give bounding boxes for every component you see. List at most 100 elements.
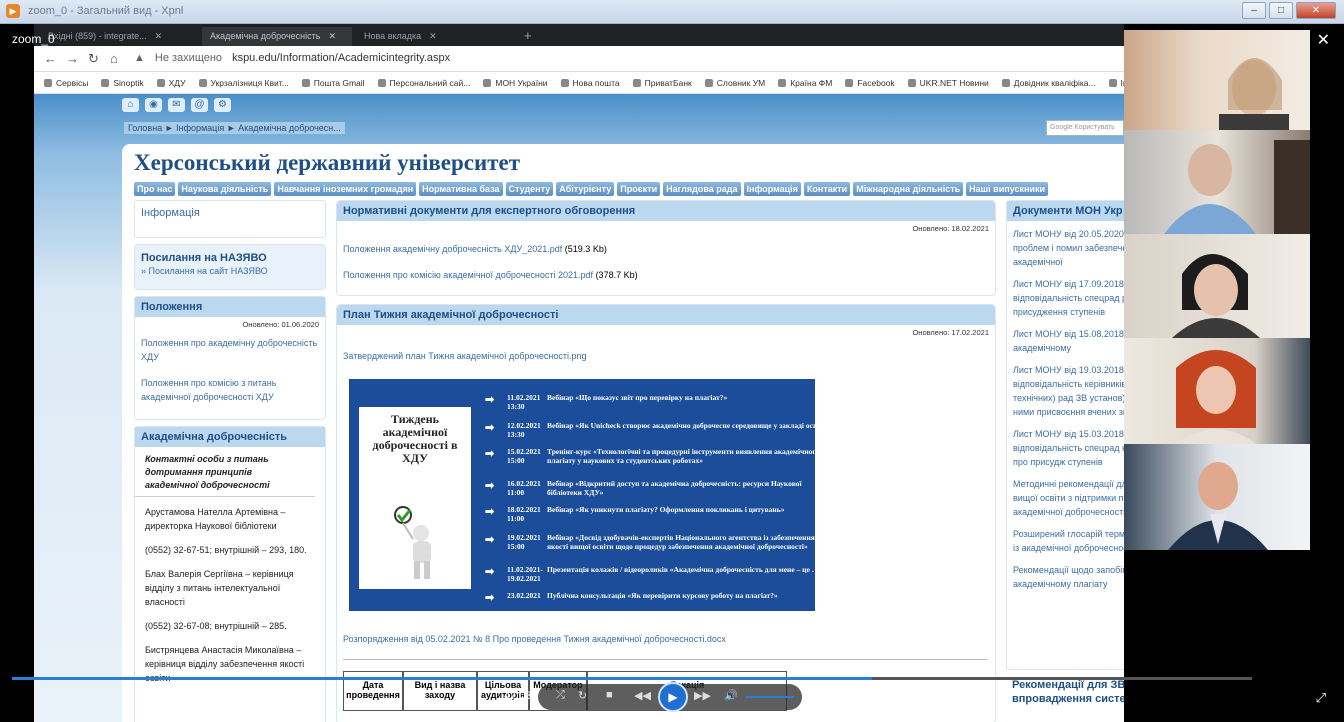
bookmark-item[interactable]: Пошта Gmail	[302, 78, 365, 88]
info-title[interactable]: Інформація	[141, 207, 319, 219]
bookmark-item[interactable]: Sinoptik	[101, 78, 143, 88]
shared-screen-browser: Вхідні (859) - integrate... ✕ Академічна …	[34, 24, 1124, 722]
nav-item[interactable]: Навчання іноземних громадян	[274, 182, 417, 196]
new-tab-icon[interactable]: +	[520, 27, 540, 46]
maximize-button[interactable]: □	[1269, 2, 1293, 19]
nav-item[interactable]: Наглядова рада	[663, 182, 741, 196]
mon-doc-link[interactable]: Лист МОНУ від 20.05.2020 уникнення пробл…	[1013, 227, 1124, 269]
regulation-link[interactable]: Положення про академічну доброчесність Х…	[141, 336, 319, 364]
close-button[interactable]: ✕	[1296, 2, 1336, 19]
nav-item[interactable]: Наші випускники	[966, 182, 1048, 196]
plan-title: План Тижня академічної доброчесності	[337, 305, 995, 325]
nav-item[interactable]: Абітурієнту	[556, 182, 615, 196]
nav-item[interactable]: Інформація	[743, 182, 801, 196]
mon-doc-link[interactable]: Методичні рекомендації для закладів вищо…	[1013, 477, 1124, 519]
minimize-button[interactable]: –	[1242, 2, 1266, 19]
regulation-link[interactable]: Положення про комісію з питань академічн…	[141, 376, 319, 404]
video-frame[interactable]: zoom_0 ✕ Вхідні (859) - integrate... ✕ Ак…	[0, 24, 1344, 722]
event-text: Публічна консультація «Як перевірити кур…	[547, 591, 778, 600]
bookmark-item[interactable]: ПриватБанк	[633, 78, 692, 88]
nav-item[interactable]: Студенту	[505, 182, 554, 196]
participant-silhouette-icon	[1168, 462, 1268, 550]
volume-slider[interactable]	[746, 696, 794, 698]
bookmark-item[interactable]: Словник УМ	[705, 78, 765, 88]
site-main: Херсонський державний університет Про на…	[122, 144, 1124, 722]
browser-tab-active[interactable]: Академічна доброчесність ✕	[202, 27, 352, 46]
bookmark-item[interactable]: Країна ФМ	[778, 78, 832, 88]
mon-doc-link[interactable]: Рекомендації щодо запобігання академічно…	[1013, 563, 1124, 591]
bookmark-item[interactable]: МОН України	[483, 78, 547, 88]
address-bar[interactable]: ▲ Не захищено kspu.edu/Information/Academi…	[134, 52, 450, 64]
home-icon[interactable]: ⌂	[122, 98, 139, 112]
naqa-title: Посилання на НАЗЯВО	[141, 252, 267, 264]
event-date: 18.02.2021 11:00	[507, 505, 541, 523]
home-icon[interactable]: ⌂	[110, 51, 118, 66]
bookmark-item[interactable]: Довідник кваліфіка...	[1002, 78, 1096, 88]
rss-icon[interactable]: ◉	[145, 98, 162, 112]
mon-doc-link[interactable]: Лист МОНУ від 17.09.2018 відповідальніст…	[1013, 277, 1124, 319]
left-sidebar: Інформація Посилання на НАЗЯВО » Посилан…	[134, 200, 326, 722]
nav-item[interactable]: Наукова діяльність	[178, 182, 272, 196]
doc-link[interactable]: Положення академічну доброчесність ХДУ_2…	[343, 244, 562, 254]
repeat-icon[interactable]: ↻	[578, 689, 587, 702]
participant-video[interactable]	[1124, 444, 1310, 550]
nav-item[interactable]: Проєкти	[617, 182, 661, 196]
participant-video[interactable]	[1124, 234, 1310, 338]
at-icon[interactable]: @	[191, 98, 208, 112]
volume-icon[interactable]: 🔊	[724, 689, 738, 702]
nav-item[interactable]: Міжнародна діяльність	[853, 182, 964, 196]
plan-image-link[interactable]: Затверджений план Тижня академічної добр…	[343, 351, 587, 361]
event-text: Вебінар «Що показує звіт про перевірку н…	[547, 393, 728, 402]
site-nav: Про нас Наукова діяльність Навчання інозем…	[134, 182, 1048, 196]
rewind-icon[interactable]: ◀◀	[634, 689, 651, 702]
site-title[interactable]: Херсонський державний університет	[134, 150, 520, 176]
bookmark-item[interactable]: UKR.NET Новини	[908, 78, 989, 88]
order-doc-link[interactable]: Розпорядження від 05.02.2021 № 8 Про про…	[343, 634, 726, 644]
naqa-box: Посилання на НАЗЯВО » Посилання на сайт …	[134, 244, 326, 290]
bookmark-item[interactable]: Сервісы	[44, 78, 88, 88]
event-date: 15.02.2021 15:00	[507, 447, 541, 465]
participant-silhouette-icon	[1172, 254, 1260, 338]
week-poster-image[interactable]: Тиждень академічної доброчесності в ХДУ	[349, 379, 815, 611]
sitemap-icon[interactable]: ⚙	[214, 98, 231, 112]
fast-forward-icon[interactable]: ▶▶	[694, 689, 711, 702]
browser-tab[interactable]: Вхідні (859) - integrate... ✕	[40, 27, 200, 46]
play-button[interactable]: ▶	[658, 682, 688, 712]
nav-item[interactable]: Контакти	[803, 182, 851, 196]
breadcrumb[interactable]: Головна ► Інформація ► Академічна доброч…	[124, 122, 345, 134]
participant-video[interactable]	[1124, 30, 1310, 130]
bookmark-item[interactable]: ХДУ	[157, 78, 186, 88]
poster-event: ➡ 19.02.2021 15:00 Вебінар «Досвід здобува…	[485, 533, 815, 551]
video-close-icon[interactable]: ✕	[1317, 30, 1330, 50]
mon-doc-link[interactable]: Лист МОНУ від 15.03.2018 відповідальніст…	[1013, 427, 1124, 469]
shuffle-icon[interactable]: ⤮	[556, 689, 565, 702]
bookmark-item[interactable]: Facebook	[845, 78, 894, 88]
fullscreen-icon[interactable]: ⤢	[1316, 690, 1326, 706]
back-icon[interactable]: ←	[44, 51, 57, 66]
participant-videos	[1124, 24, 1310, 550]
browser-tab[interactable]: Нова вкладка ✕	[356, 27, 506, 46]
bookmark-item[interactable]: Нова пошта	[561, 78, 620, 88]
site-search-input[interactable]: Google Користувать	[1046, 120, 1124, 136]
reload-icon[interactable]: ↻	[88, 51, 99, 67]
bookmarks-bar: Сервісы Sinoptik ХДУ Укрзалізниця Квит... По…	[34, 72, 1124, 94]
media-player-window: ▶ zoom_0 - Загальний вид - Xpnl – □ ✕ zo…	[0, 0, 1344, 722]
mon-doc-link[interactable]: Лист МОНУ від 19.03.2018 відповідальніст…	[1013, 363, 1124, 419]
doc-size: (519.3 Kb)	[564, 244, 607, 254]
nav-item[interactable]: Нормативна база	[419, 182, 503, 196]
nav-item[interactable]: Про нас	[134, 182, 176, 196]
mail-icon[interactable]: ✉	[168, 98, 185, 112]
seek-bar[interactable]	[12, 677, 1252, 680]
participant-video[interactable]	[1124, 338, 1310, 444]
mon-doc-link[interactable]: Лист МОНУ від 15.08.2018 запобігання ака…	[1013, 327, 1124, 355]
mon-doc-link[interactable]: Розширений глосарій термінів та понять і…	[1013, 527, 1124, 555]
doc-link[interactable]: Положення про комісію академічної доброч…	[343, 270, 593, 280]
participant-video[interactable]	[1124, 130, 1310, 234]
bookmark-item[interactable]: Персональний сай...	[378, 78, 471, 88]
forward-icon[interactable]: →	[66, 51, 79, 66]
naqa-link[interactable]: » Посилання на сайт НАЗЯВО	[135, 266, 325, 276]
academic-integrity-title: Академічна доброчесність	[135, 427, 325, 447]
stop-icon[interactable]: ■	[606, 689, 613, 701]
bookmark-item[interactable]: Укрзалізниця Квит...	[199, 78, 289, 88]
bookmark-item[interactable]: Index C	[1109, 78, 1124, 88]
